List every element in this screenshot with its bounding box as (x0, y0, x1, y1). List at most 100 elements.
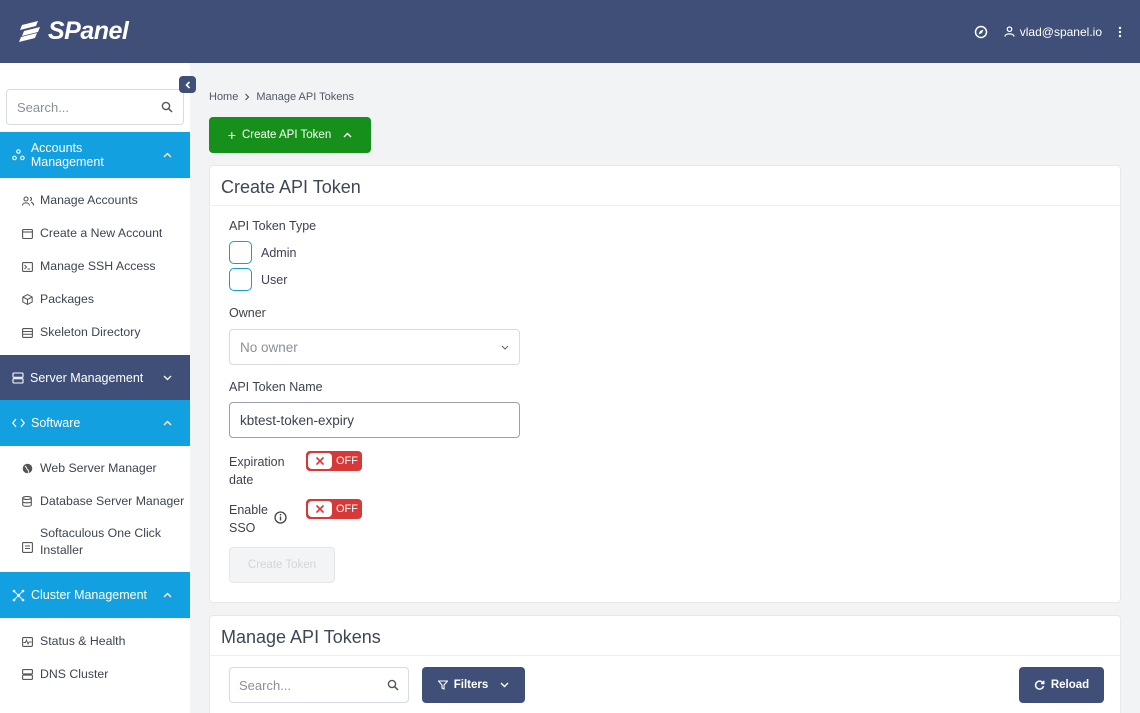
user-option-label: User (261, 273, 288, 287)
reload-button[interactable]: Reload (1019, 667, 1104, 703)
users-icon (22, 195, 34, 206)
calendar-plus-icon (22, 228, 33, 239)
sidebar-section-server[interactable]: Server Management (0, 355, 190, 401)
sidebar-search[interactable] (6, 89, 184, 125)
expiration-toggle-state: OFF (336, 455, 358, 467)
sidebar-section-software[interactable]: Software (0, 400, 190, 446)
create-token-button[interactable]: Create Token (229, 547, 335, 583)
top-bar: SPanel vlad@spanel.io (0, 0, 1140, 63)
info-icon[interactable] (274, 511, 287, 529)
search-icon (161, 101, 173, 113)
chevron-right-icon (245, 93, 250, 101)
chevron-down-icon (501, 345, 509, 350)
user-icon (1004, 26, 1015, 37)
filter-icon (437, 680, 448, 690)
sidebar-item-skeleton-directory[interactable]: Skeleton Directory (22, 324, 188, 341)
sidebar-item-ssh-access[interactable]: Manage SSH Access (22, 258, 188, 275)
sidebar-section-label: Accounts Management (30, 141, 104, 169)
user-menu[interactable]: vlad@spanel.io (1004, 25, 1102, 39)
search-icon (387, 679, 399, 691)
expiration-date-label: Expiration date (229, 455, 285, 487)
sidebar-search-input[interactable] (17, 99, 147, 115)
expiration-date-toggle[interactable]: OFF (306, 451, 362, 471)
accounts-icon (12, 149, 25, 161)
sidebar-item-packages[interactable]: Packages (22, 291, 188, 308)
user-email: vlad@spanel.io (1019, 24, 1102, 39)
sidebar-item-label: Packages (40, 292, 95, 306)
sidebar-item-manage-accounts[interactable]: Manage Accounts (22, 192, 188, 209)
create-token-card: Create API Token API Token Type Admin Us… (209, 165, 1121, 603)
sidebar-item-label: Manage SSH Access (40, 259, 156, 273)
token-type-label: API Token Type (229, 219, 317, 233)
breadcrumb: Home Manage API Tokens (209, 91, 354, 103)
cluster-icon (12, 589, 25, 601)
sidebar-item-label: Create a New Account (40, 226, 163, 240)
breadcrumb-home[interactable]: Home (209, 91, 238, 103)
sso-toggle-state: OFF (336, 503, 358, 515)
owner-select[interactable]: No owner (229, 329, 520, 365)
chevron-up-icon (163, 420, 172, 426)
plus-icon: + (227, 127, 236, 143)
installer-icon (22, 542, 33, 553)
more-vertical-icon[interactable] (1118, 26, 1122, 38)
server-icon (12, 372, 24, 384)
globe-icon (22, 463, 33, 474)
admin-checkbox[interactable] (229, 241, 252, 264)
chevron-down-icon (163, 375, 172, 381)
sidebar-section-label: Cluster Management (31, 588, 148, 602)
close-icon (315, 456, 325, 466)
sidebar-item-label: Database Server Manager (40, 494, 185, 508)
filters-button[interactable]: Filters (422, 667, 525, 703)
sidebar-item-label: Softaculous One Click Installer (40, 526, 161, 557)
server-stack-icon (22, 669, 33, 680)
folder-icon (22, 327, 33, 338)
breadcrumb-current: Manage API Tokens (256, 91, 354, 103)
filters-label: Filters (453, 679, 489, 691)
sidebar-section-label: Software (31, 416, 81, 430)
sidebar-section-label: Server Management (30, 371, 144, 385)
enable-sso-label: Enable SSO (229, 503, 268, 535)
sidebar: Accounts Management Manage Accounts Crea… (0, 63, 190, 713)
sidebar-item-status-health[interactable]: Status & Health (22, 633, 188, 650)
token-name-value: kbtest-token-expiry (240, 412, 355, 428)
compass-icon[interactable] (974, 25, 988, 39)
chevron-up-icon (163, 152, 172, 158)
owner-select-value: No owner (240, 339, 298, 355)
admin-option-label: Admin (261, 246, 297, 260)
enable-sso-toggle[interactable]: OFF (306, 499, 362, 519)
database-icon (22, 496, 32, 507)
pulse-icon (22, 636, 33, 647)
token-name-label: API Token Name (229, 380, 323, 394)
sidebar-item-database-server[interactable]: Database Server Manager (22, 493, 188, 510)
sidebar-section-cluster[interactable]: Cluster Management (0, 572, 190, 618)
token-name-input[interactable]: kbtest-token-expiry (229, 402, 520, 438)
card-title: Create API Token (210, 166, 1120, 206)
tokens-search-input[interactable] (239, 677, 379, 693)
sidebar-item-label: Manage Accounts (40, 193, 138, 207)
sidebar-collapse-button[interactable] (179, 76, 196, 93)
sidebar-section-accounts[interactable]: Accounts Management (0, 132, 190, 178)
spanel-logo-icon (19, 20, 40, 42)
tokens-search[interactable] (229, 667, 409, 703)
code-icon (12, 418, 25, 428)
chevron-up-icon (163, 592, 172, 598)
sidebar-item-softaculous[interactable]: Softaculous One Click Installer (22, 525, 188, 559)
refresh-icon (1034, 679, 1045, 690)
sidebar-item-label: Web Server Manager (40, 461, 157, 475)
chevron-down-icon (500, 682, 509, 688)
reload-label: Reload (1050, 679, 1090, 691)
terminal-icon (22, 261, 33, 272)
brand-name: SPanel (48, 17, 129, 45)
chevron-up-icon (343, 132, 352, 138)
sidebar-item-create-account[interactable]: Create a New Account (22, 225, 188, 242)
close-icon (315, 504, 325, 514)
create-api-token-label: Create API Token (241, 129, 332, 141)
chevron-left-icon (184, 80, 190, 89)
sidebar-item-dns-cluster[interactable]: DNS Cluster (22, 666, 188, 683)
user-checkbox[interactable] (229, 268, 252, 291)
create-api-token-button[interactable]: + Create API Token (209, 117, 371, 153)
sidebar-item-label: Skeleton Directory (40, 325, 141, 339)
sidebar-item-web-server[interactable]: Web Server Manager (22, 460, 188, 477)
card-title: Manage API Tokens (210, 616, 1120, 656)
brand-logo[interactable]: SPanel (18, 17, 129, 46)
